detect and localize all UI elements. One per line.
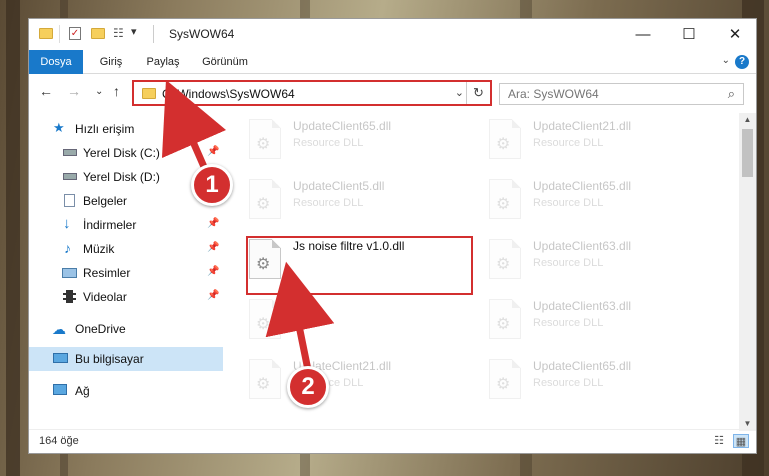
step-2-badge: 2 bbox=[287, 366, 329, 408]
annotation-arrows bbox=[161, 79, 335, 372]
step-1-badge: 1 bbox=[191, 164, 233, 206]
